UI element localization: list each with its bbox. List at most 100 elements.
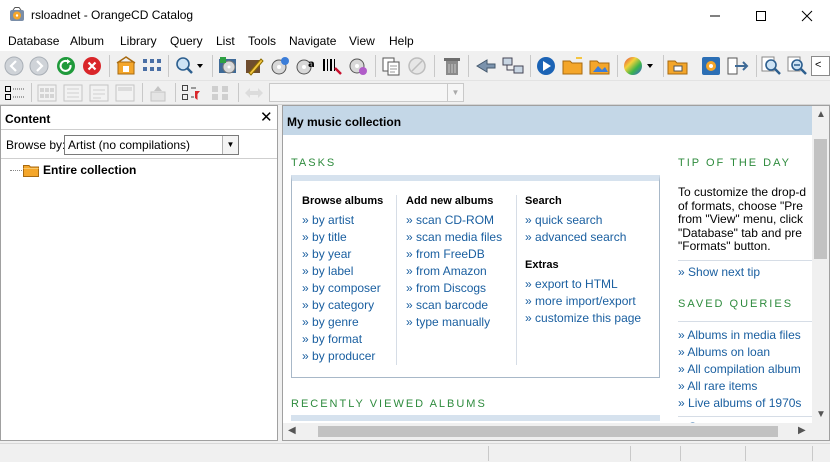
link-saved-query[interactable]: » Albums in media files bbox=[678, 328, 801, 342]
browse-by-label: Browse by: bbox=[6, 138, 66, 152]
link-by-composer[interactable]: » by composer bbox=[302, 281, 381, 295]
copy-icon[interactable] bbox=[381, 56, 401, 76]
horizontal-scroll-thumb[interactable] bbox=[318, 426, 778, 437]
amazon-icon[interactable]: a bbox=[296, 56, 316, 76]
title-bar: rsloadnet - OrangeCD Catalog bbox=[0, 0, 830, 31]
edit-album-icon[interactable] bbox=[244, 56, 264, 76]
open-folder-icon[interactable] bbox=[562, 56, 584, 76]
thumbnail-view-icon bbox=[37, 84, 57, 102]
export-icon[interactable] bbox=[727, 56, 749, 76]
maximize-button[interactable] bbox=[738, 0, 784, 31]
tree-item-entire-collection[interactable]: Entire collection bbox=[43, 163, 136, 177]
tip-heading: TIP OF THE DAY bbox=[678, 157, 791, 169]
link-saved-query[interactable]: » All rare items bbox=[678, 379, 757, 393]
link-from-discogs[interactable]: » from Discogs bbox=[406, 281, 486, 295]
filter-tree-icon[interactable] bbox=[181, 84, 203, 102]
link-scan-barcode[interactable]: » scan barcode bbox=[406, 298, 488, 312]
content-pane-header: Content ✕ bbox=[1, 106, 277, 130]
link-customize-page[interactable]: » customize this page bbox=[525, 311, 641, 325]
maximize-icon bbox=[756, 10, 766, 21]
refresh-icon[interactable] bbox=[56, 56, 76, 76]
close-button[interactable] bbox=[784, 0, 830, 31]
search-icon[interactable] bbox=[175, 56, 205, 76]
menu-library[interactable]: Library bbox=[120, 34, 157, 48]
tree-view-icon[interactable] bbox=[4, 84, 26, 102]
scan-media-icon[interactable] bbox=[348, 56, 368, 76]
link-by-format[interactable]: » by format bbox=[302, 332, 362, 346]
link-by-artist[interactable]: » by artist bbox=[302, 213, 354, 227]
grid-view-icon[interactable] bbox=[142, 57, 162, 75]
status-bar bbox=[0, 443, 830, 462]
link-by-category[interactable]: » by category bbox=[302, 298, 374, 312]
stop-icon[interactable] bbox=[82, 56, 102, 76]
scroll-up-icon[interactable]: ▲ bbox=[816, 109, 826, 120]
link-scan-media-files[interactable]: » scan media files bbox=[406, 230, 502, 244]
link-more-import-export[interactable]: » more import/export bbox=[525, 294, 636, 308]
scroll-right-icon[interactable]: ▶ bbox=[798, 425, 806, 436]
back-icon[interactable] bbox=[4, 56, 24, 76]
vertical-scrollbar[interactable]: ▲ ▼ bbox=[812, 106, 829, 423]
play-icon[interactable] bbox=[536, 56, 556, 76]
link-quick-search[interactable]: » quick search bbox=[525, 213, 602, 227]
menu-help[interactable]: Help bbox=[389, 34, 414, 48]
link-saved-query[interactable]: » Albums on loan bbox=[678, 345, 770, 359]
zoom-icon[interactable] bbox=[761, 56, 783, 76]
horizontal-scrollbar[interactable]: ◀ ▶ bbox=[283, 423, 812, 440]
save-icon[interactable] bbox=[701, 56, 721, 76]
zoom-out-icon[interactable] bbox=[787, 56, 809, 76]
network-icon[interactable] bbox=[502, 56, 524, 76]
link-from-amazon[interactable]: » from Amazon bbox=[406, 264, 487, 278]
home-icon[interactable] bbox=[116, 56, 136, 76]
link-saved-query[interactable]: » All compilation album bbox=[678, 362, 801, 376]
toolbar-overflow[interactable]: < bbox=[811, 56, 830, 76]
vertical-scroll-thumb[interactable] bbox=[814, 139, 827, 259]
up-level-icon bbox=[150, 86, 166, 102]
database-folder-icon[interactable] bbox=[667, 56, 689, 76]
close-pane-icon[interactable]: ✕ bbox=[260, 108, 273, 126]
browse-by-select[interactable]: Artist (no compilations) ▼ bbox=[64, 135, 239, 155]
tree-connector bbox=[10, 170, 22, 171]
scroll-left-icon[interactable]: ◀ bbox=[288, 425, 296, 436]
add-albums-heading: Add new albums bbox=[406, 195, 494, 207]
tip-text: To customize the drop-d of formats, choo… bbox=[678, 186, 807, 253]
link-show-next-tip[interactable]: » Show next tip bbox=[678, 265, 760, 279]
freedb-icon[interactable] bbox=[270, 56, 290, 76]
app-icon bbox=[10, 7, 24, 21]
link-type-manually[interactable]: » type manually bbox=[406, 315, 490, 329]
menu-query[interactable]: Query bbox=[170, 34, 203, 48]
menu-view[interactable]: View bbox=[349, 34, 375, 48]
link-export-to-html[interactable]: » export to HTML bbox=[525, 277, 618, 291]
link-by-year[interactable]: » by year bbox=[302, 247, 351, 261]
page-header: My music collection bbox=[283, 106, 812, 135]
trash-icon[interactable] bbox=[443, 56, 461, 76]
add-cd-icon[interactable] bbox=[218, 56, 238, 76]
menu-bar: Database Album Library Query List Tools … bbox=[0, 31, 830, 51]
color-scheme-icon[interactable] bbox=[623, 56, 657, 76]
content-pane-title: Content bbox=[5, 112, 51, 126]
link-from-freedb[interactable]: » from FreeDB bbox=[406, 247, 485, 261]
menu-navigate[interactable]: Navigate bbox=[289, 34, 336, 48]
report-view-icon bbox=[115, 84, 135, 102]
menu-album[interactable]: Album bbox=[70, 34, 104, 48]
sort-icon bbox=[212, 86, 228, 100]
menu-database[interactable]: Database bbox=[8, 34, 59, 48]
chevron-down-icon[interactable]: ▼ bbox=[222, 136, 238, 154]
scroll-down-icon[interactable]: ▼ bbox=[816, 409, 826, 420]
move-icon[interactable] bbox=[475, 56, 497, 76]
forward-icon[interactable] bbox=[29, 56, 49, 76]
link-saved-query[interactable]: » Live albums of 1970s bbox=[678, 396, 801, 410]
menu-list[interactable]: List bbox=[216, 34, 235, 48]
search-heading: Search bbox=[525, 195, 562, 207]
disabled-icon bbox=[408, 57, 426, 75]
link-by-title[interactable]: » by title bbox=[302, 230, 347, 244]
menu-tools[interactable]: Tools bbox=[248, 34, 276, 48]
image-folder-icon[interactable] bbox=[589, 56, 611, 76]
link-by-producer[interactable]: » by producer bbox=[302, 349, 375, 363]
link-by-genre[interactable]: » by genre bbox=[302, 315, 359, 329]
minimize-button[interactable] bbox=[692, 0, 738, 31]
link-advanced-search[interactable]: » advanced search bbox=[525, 230, 626, 244]
page-title: My music collection bbox=[287, 115, 402, 129]
link-scan-cd-rom[interactable]: » scan CD-ROM bbox=[406, 213, 494, 227]
barcode-icon[interactable] bbox=[322, 56, 342, 76]
link-by-label[interactable]: » by label bbox=[302, 264, 353, 278]
